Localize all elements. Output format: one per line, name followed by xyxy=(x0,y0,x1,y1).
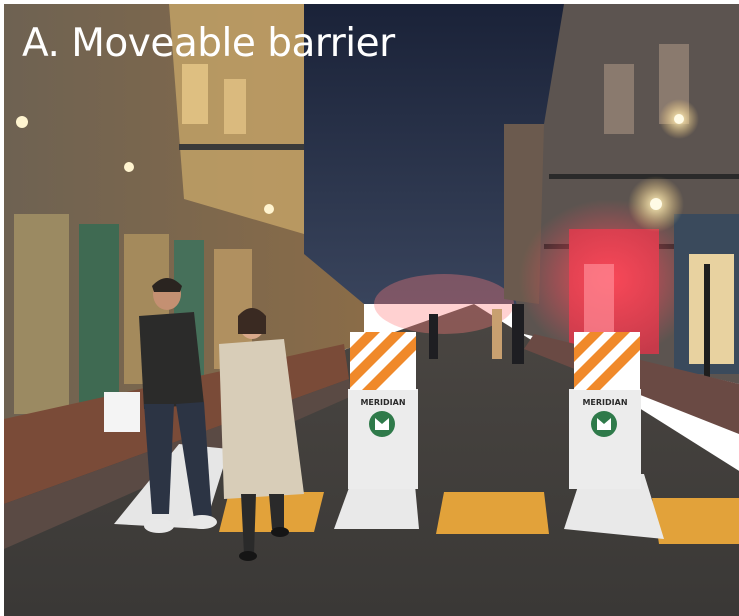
right-balcony-rail xyxy=(549,174,739,179)
ceiling-light xyxy=(124,162,134,172)
left-door xyxy=(14,214,69,414)
ceiling-light xyxy=(16,116,28,128)
lamp-post xyxy=(704,264,710,394)
street-lamp xyxy=(650,198,662,210)
barrier-brand-label: MERIDIAN xyxy=(582,398,627,407)
street-photo: MERIDIAN MERIDIAN xyxy=(4,4,739,616)
barrier-stripes xyxy=(574,332,640,390)
storefront-window xyxy=(584,264,614,334)
yellow-ramp-plate xyxy=(652,498,739,544)
ceiling-light xyxy=(264,204,274,214)
barrier-brand-label: MERIDIAN xyxy=(360,398,405,407)
street-lamp xyxy=(674,114,684,124)
distant-pedestrian xyxy=(492,309,502,359)
right-upper-window xyxy=(604,64,634,134)
left-balcony-rail xyxy=(179,144,304,150)
distant-pedestrian xyxy=(512,304,524,364)
left-upper-window xyxy=(224,79,246,134)
image-caption: A. Moveable barrier xyxy=(22,21,395,66)
left-door-shutter xyxy=(79,224,119,404)
barrier-stripes xyxy=(350,332,416,390)
left-upper-window xyxy=(182,64,208,124)
yellow-ramp-plate xyxy=(436,492,549,534)
distant-pedestrian xyxy=(429,314,438,359)
right-shopfront-window xyxy=(689,254,734,364)
